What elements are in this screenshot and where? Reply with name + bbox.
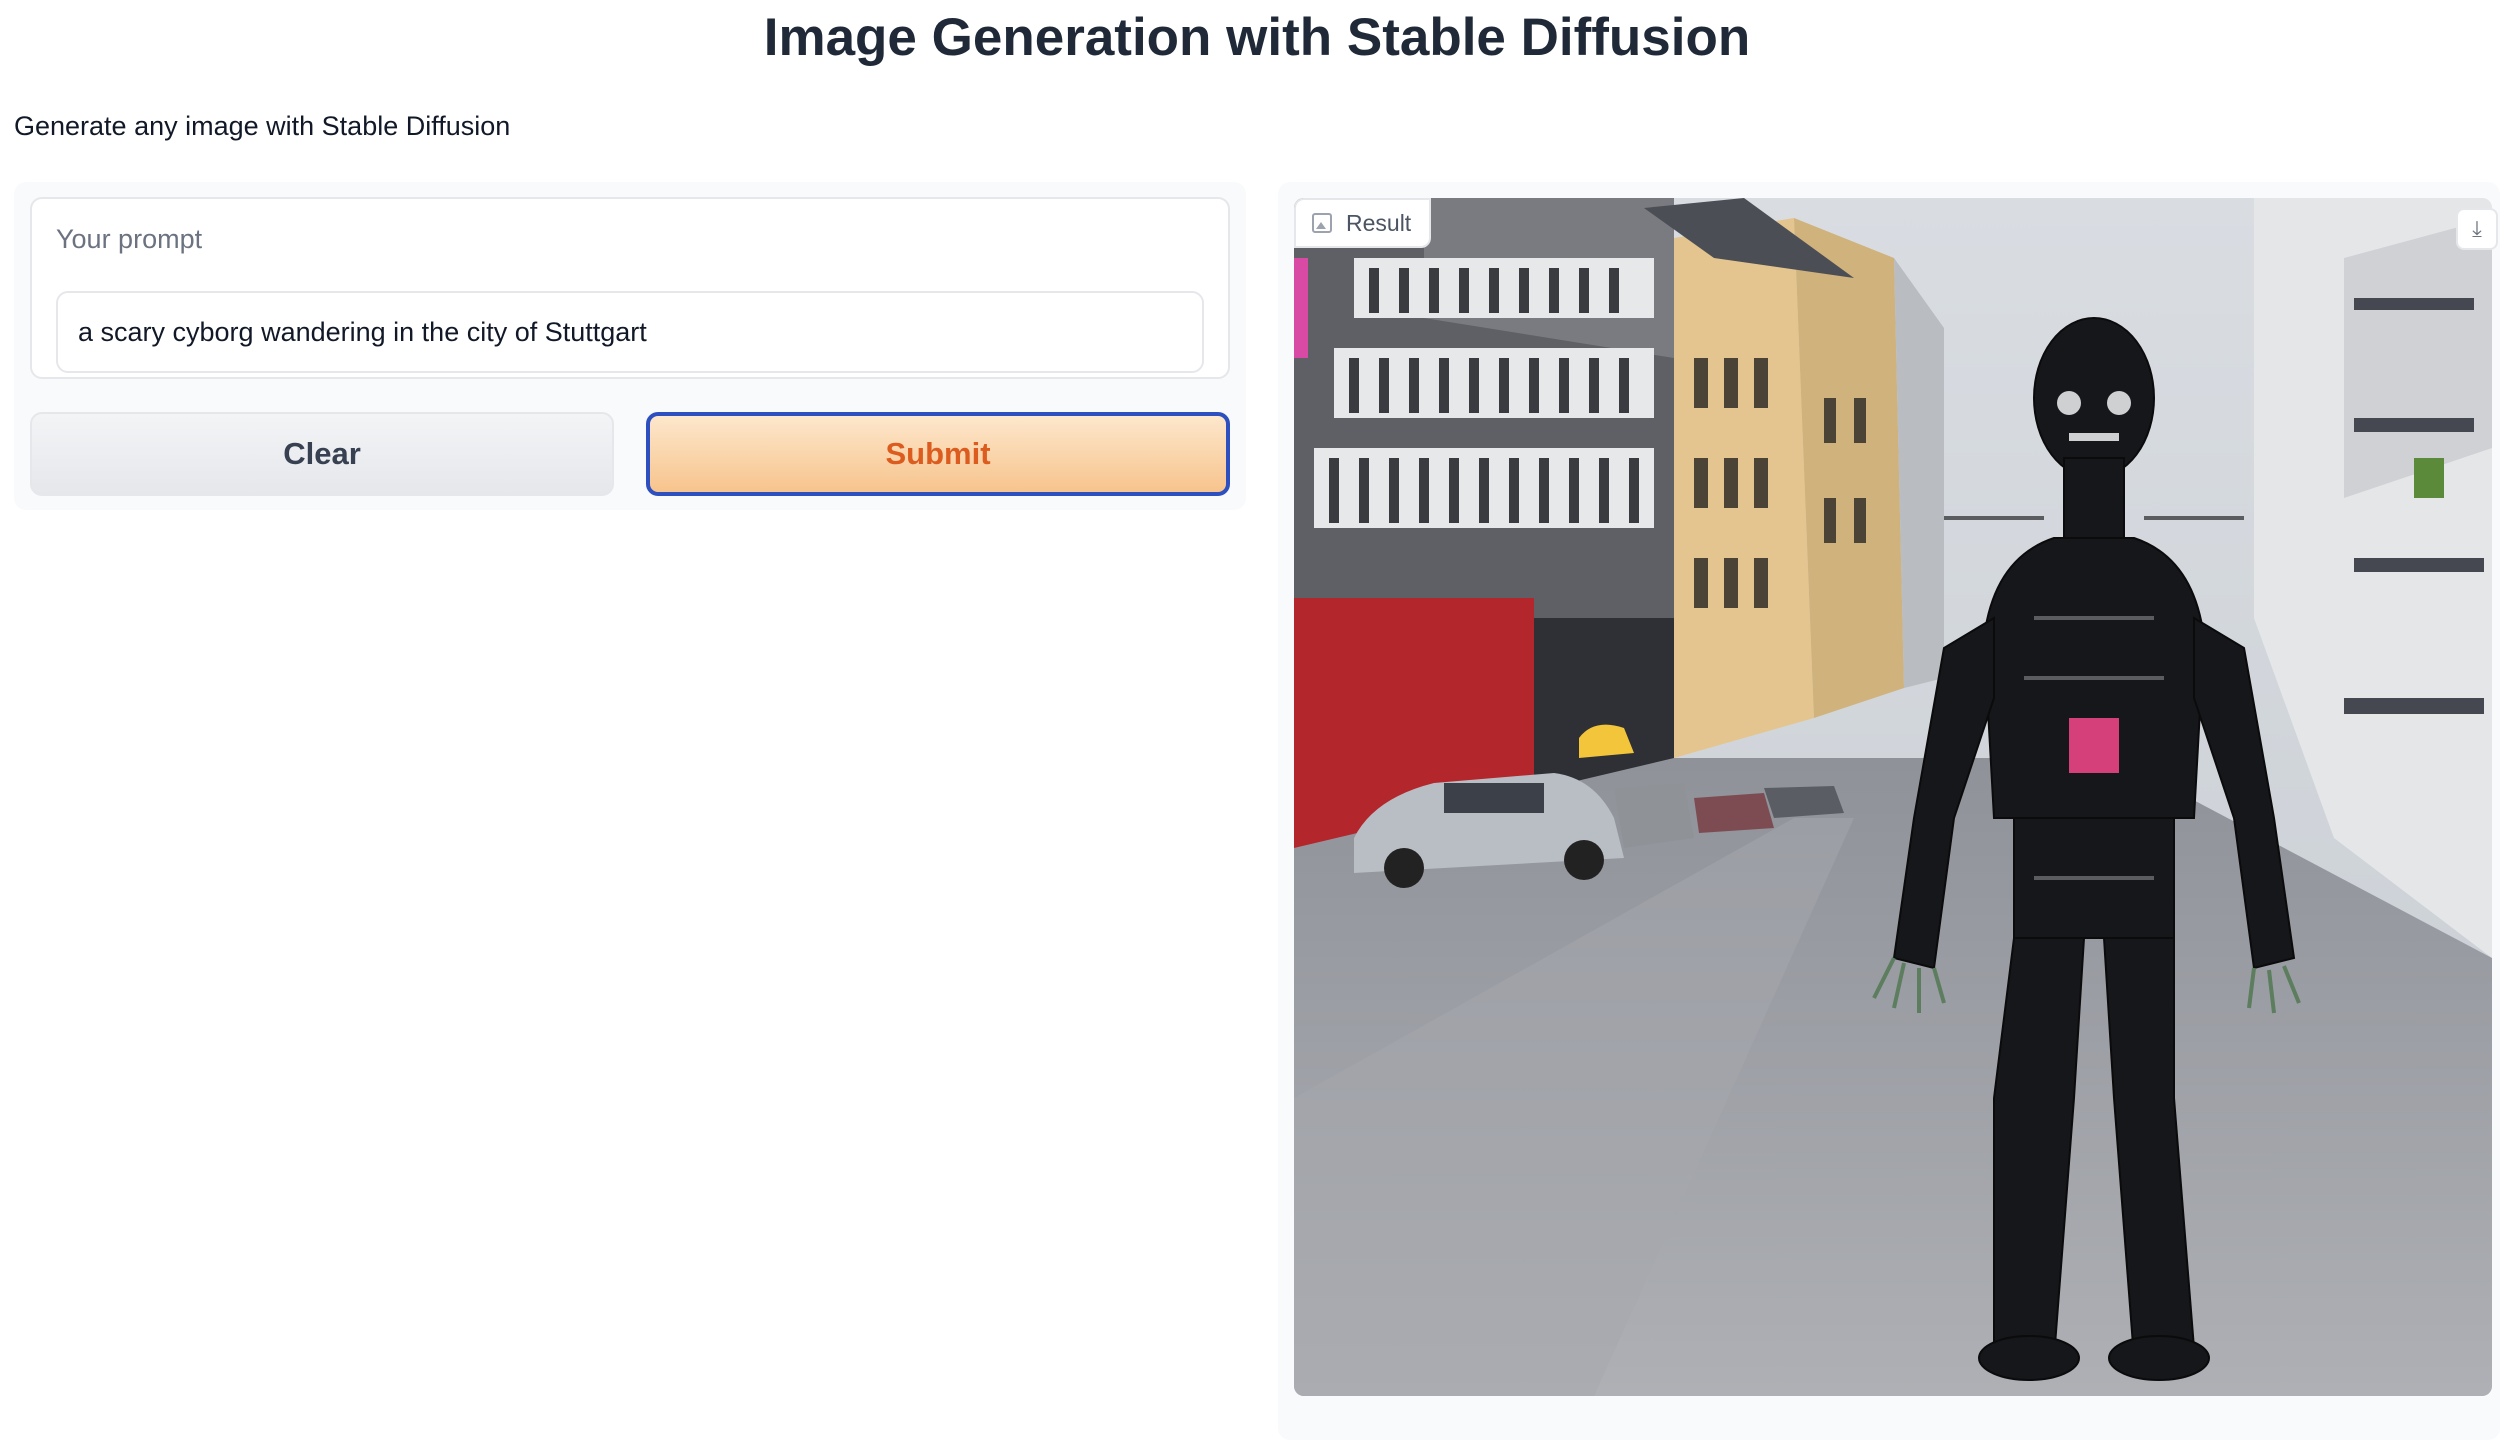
page-title: Image Generation with Stable Diffusion — [763, 8, 1751, 67]
download-icon: ⤓ — [2472, 216, 2482, 241]
prompt-input[interactable] — [56, 291, 1204, 373]
prompt-label: Your prompt — [56, 224, 203, 254]
clear-button[interactable]: Clear — [30, 412, 614, 496]
result-image — [1294, 198, 2492, 1396]
image-icon — [1312, 213, 1332, 233]
page-description: Generate any image with Stable Diffusion — [14, 111, 511, 141]
prompt-block: Your prompt — [30, 197, 1230, 379]
result-label-text: Result — [1346, 209, 1412, 236]
app-page: Image Generation with Stable Diffusion G… — [0, 0, 2514, 1440]
download-button[interactable]: ⤓ — [2456, 208, 2498, 250]
submit-button[interactable]: Submit — [646, 412, 1230, 496]
result-label: Result — [1294, 198, 1432, 248]
output-panel: Result ⤓ — [1278, 182, 2500, 1440]
input-panel: Your prompt Clear Submit — [14, 182, 1246, 510]
